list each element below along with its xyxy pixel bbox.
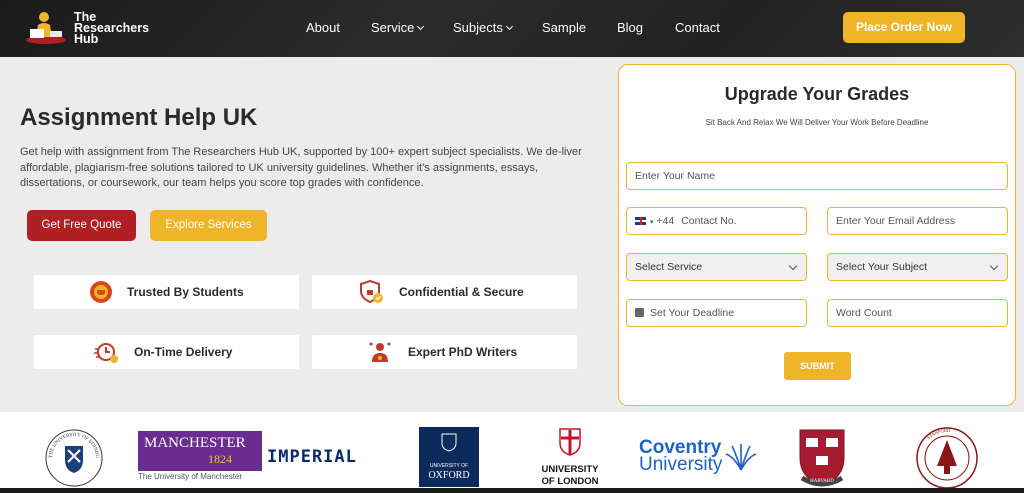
phone-input[interactable]: ▾ +44 Contact No.: [626, 207, 807, 235]
nav-about[interactable]: About: [306, 20, 340, 35]
submit-button[interactable]: SUBMIT: [784, 352, 851, 380]
oxford-line2: OXFORD: [428, 470, 470, 481]
feature-trusted: Trusted By Students: [34, 275, 299, 309]
feature-label: Expert PhD Writers: [408, 345, 518, 359]
country-code: +44: [656, 215, 675, 227]
nav-sample[interactable]: Sample: [542, 20, 586, 35]
top-navbar: The Researchers Hub About Service Subjec…: [0, 0, 1024, 57]
manchester-logo: MANCHESTER 1824: [138, 431, 262, 471]
chevron-down-icon: [989, 261, 999, 271]
stanford-logo: STANFORD: [916, 427, 978, 489]
calendar-icon: [635, 307, 644, 317]
explore-services-button[interactable]: Explore Services: [150, 210, 267, 241]
form-subtitle: Sit Back And Relax We Will Deliver Your …: [705, 118, 929, 127]
london-crest-icon: [559, 428, 581, 456]
page-title: Assignment Help UK: [20, 104, 258, 131]
manchester-year: 1824: [208, 452, 232, 466]
nav-blog[interactable]: Blog: [617, 20, 643, 35]
shield-check-icon: [360, 279, 383, 304]
word-count-input[interactable]: Word Count: [827, 299, 1008, 327]
expert-writer-icon: [369, 342, 391, 362]
feature-label: Trusted By Students: [127, 285, 244, 299]
feature-label: On-Time Delivery: [134, 345, 233, 359]
place-order-button[interactable]: Place Order Now: [843, 12, 965, 43]
brand-name-line3: Hub: [74, 32, 99, 46]
subject-select-value: Select Your Subject: [836, 261, 928, 273]
stanford-text: STANFORD: [926, 428, 951, 440]
logo-mark-icon: [26, 12, 66, 44]
quote-form: Upgrade Your Grades Sit Back And Relax W…: [618, 64, 1016, 406]
trophy-badge-icon: [90, 281, 112, 303]
name-input[interactable]: Enter Your Name: [626, 162, 1008, 190]
uk-flag-icon: [635, 217, 646, 226]
chevron-down-icon: [505, 22, 513, 31]
oxford-line1: UNIVERSITY OF: [429, 463, 469, 469]
brand-logo[interactable]: The Researchers Hub: [24, 9, 154, 49]
country-dropdown-icon[interactable]: ▾: [650, 219, 654, 226]
email-input[interactable]: Enter Your Email Address: [827, 207, 1008, 235]
oxford-crest-icon: [441, 433, 457, 452]
feature-label: Confidential & Secure: [399, 285, 524, 299]
deadline-input[interactable]: Set Your Deadline: [626, 299, 807, 327]
university-logos-strip: THE UNIVERSITY OF EDINBURGH MANCHESTER 1…: [0, 412, 1024, 493]
hero-description: Get help with assignment from The Resear…: [20, 146, 582, 189]
service-select[interactable]: Select Service: [626, 253, 807, 281]
manchester-name: MANCHESTER: [144, 435, 246, 451]
service-select-value: Select Service: [635, 261, 703, 273]
deadline-placeholder: Set Your Deadline: [650, 307, 735, 319]
feature-expert: Expert PhD Writers: [312, 335, 577, 369]
imperial-logo: IMPERIAL: [267, 447, 357, 467]
coventry-logo: Coventry University: [639, 438, 723, 475]
harvard-logo: HARVARD: [799, 429, 845, 487]
nav-service[interactable]: Service: [371, 20, 425, 35]
chevron-down-icon: [417, 22, 425, 31]
oxford-logo: UNIVERSITY OF OXFORD: [419, 427, 479, 487]
feature-ontime: On-Time Delivery: [34, 335, 299, 369]
london-line1: UNIVERSITY: [541, 464, 599, 475]
brand-name: The Researchers Hub: [74, 11, 149, 46]
clock-delivery-icon: [94, 343, 118, 363]
subject-select[interactable]: Select Your Subject: [827, 253, 1008, 281]
edinburgh-logo: THE UNIVERSITY OF EDINBURGH: [44, 428, 103, 487]
feature-confidential: Confidential & Secure: [312, 275, 577, 309]
nav-contact[interactable]: Contact: [675, 20, 720, 35]
nav-subjects[interactable]: Subjects: [453, 20, 513, 35]
nav-service-label: Service: [371, 20, 415, 35]
form-title: Upgrade Your Grades: [724, 84, 910, 104]
manchester-subtitle: The University of Manchester: [138, 472, 243, 481]
svg-text:STANFORD: STANFORD: [926, 428, 951, 440]
university-of-london-logo: UNIVERSITY OF LONDON: [540, 426, 600, 492]
coventry-line2: University: [639, 454, 723, 475]
coventry-phoenix-icon: [725, 444, 757, 471]
bottom-edge: [0, 488, 1024, 493]
london-line2: OF LONDON: [541, 476, 599, 487]
chevron-down-icon: [788, 261, 798, 271]
phone-placeholder: Contact No.: [681, 215, 737, 227]
get-free-quote-button[interactable]: Get Free Quote: [27, 210, 136, 241]
nav-subjects-label: Subjects: [453, 20, 503, 35]
harvard-text: HARVARD: [810, 479, 834, 484]
